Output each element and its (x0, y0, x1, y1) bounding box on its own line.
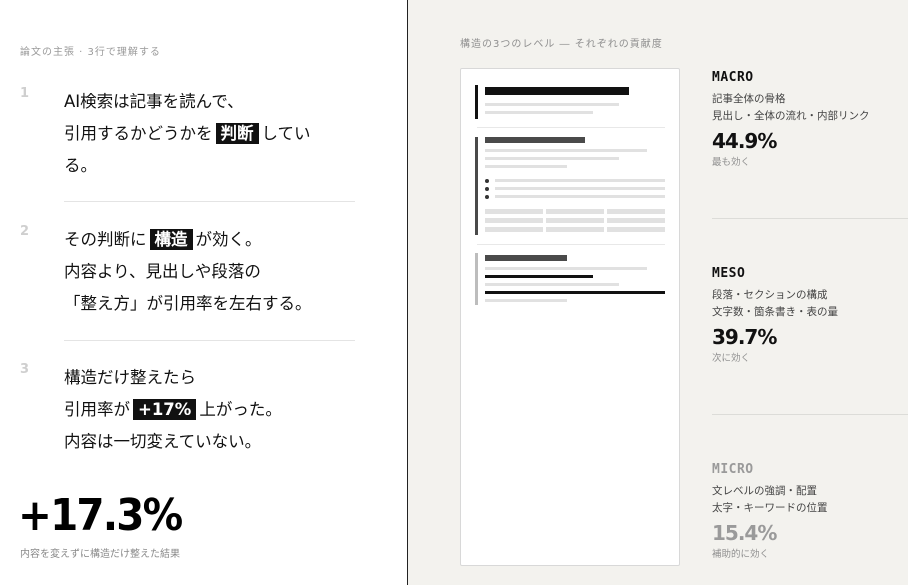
text-segment: その判断に (64, 230, 147, 249)
wire-table-cell (485, 209, 543, 214)
meso-marker (475, 137, 478, 235)
level-percent: 44.9% (712, 129, 777, 153)
wire-line (485, 111, 593, 114)
wire-bold-line (485, 275, 593, 278)
wire-bullet (485, 187, 489, 191)
wire-line (495, 187, 665, 190)
headline-stat: +17.3% (18, 490, 183, 541)
wire-heading (485, 137, 585, 143)
wire-line (495, 195, 665, 198)
claims-header: 論文の主張 · 3行で理解する (20, 47, 161, 58)
claim-line: る。 (64, 150, 364, 182)
claims-panel: 論文の主張 · 3行で理解する 1 AI検索は記事を読んで、 引用するかどうかを… (0, 0, 407, 585)
document-wireframe (460, 68, 680, 566)
wire-table-cell (607, 209, 665, 214)
claim-divider (64, 201, 355, 202)
level-divider (712, 218, 908, 219)
macro-marker (475, 85, 478, 119)
text-segment: 上がった。 (199, 400, 282, 419)
level-desc: 文レベルの強調・配置 (712, 485, 817, 497)
text-segment: してい (261, 124, 311, 143)
claim-line: 構造だけ整えたら (64, 362, 364, 394)
level-desc: 段落・セクションの構成 (712, 289, 828, 301)
level-micro: MICRO 文レベルの強調・配置 太字・キーワードの位置 15.4% 補助的に効… (712, 462, 908, 560)
wire-bullet (485, 179, 489, 183)
claim-line: 引用率が +17% 上がった。 (64, 394, 364, 426)
level-name: MESO (712, 266, 746, 281)
text-segment: 構造だけ整えたら (64, 368, 196, 387)
level-macro: MACRO 記事全体の骨格 見出し・全体の流れ・内部リンク 44.9% 最も効く (712, 70, 908, 168)
text-segment: 内容は一切変えていない。 (64, 432, 262, 451)
claim-divider (64, 340, 355, 341)
level-meso: MESO 段落・セクションの構成 文字数・箇条書き・表の量 39.7% 次に効く (712, 266, 908, 364)
claim-line: 内容より、見出しや段落の (64, 256, 364, 288)
text-segment: 「整え方」が引用率を左右する。 (64, 294, 312, 313)
highlight-structure: 構造 (149, 229, 193, 250)
level-divider (712, 414, 908, 415)
highlight-increase: +17% (133, 399, 197, 420)
level-desc: 太字・キーワードの位置 (712, 502, 828, 514)
level-desc: 記事全体の骨格 (712, 93, 786, 105)
highlight-judgment: 判断 (215, 123, 259, 144)
wire-line (485, 149, 647, 152)
level-desc: 見出し・全体の流れ・内部リンク (712, 110, 870, 122)
level-note: 次に効く (712, 353, 751, 364)
level-note: 補助的に効く (712, 549, 770, 560)
claim-number: 2 (20, 224, 30, 239)
wire-table-cell (546, 209, 604, 214)
text-segment: 内容より、見出しや段落の (64, 262, 261, 281)
text-segment: 引用するかどうかを (64, 124, 213, 143)
level-percent: 39.7% (712, 325, 777, 349)
wire-table-cell (607, 227, 665, 232)
wire-bold-line (485, 291, 665, 294)
claim-text: その判断に 構造 が効く。 内容より、見出しや段落の 「整え方」が引用率を左右する。 (64, 224, 364, 320)
claim-number: 3 (20, 362, 30, 377)
wire-line (485, 283, 619, 286)
claim-text: AI検索は記事を読んで、 引用するかどうかを 判断 してい る。 (64, 86, 364, 182)
wire-heading (485, 255, 567, 261)
wire-title (485, 87, 629, 95)
level-percent: 15.4% (712, 521, 777, 545)
wire-table-cell (546, 227, 604, 232)
wire-line (485, 165, 567, 168)
text-segment: が効く。 (195, 230, 262, 249)
claim-number: 1 (20, 86, 30, 101)
text-segment: AI検索は記事を読んで、 (64, 92, 244, 111)
claim-text: 構造だけ整えたら 引用率が +17% 上がった。 内容は一切変えていない。 (64, 362, 364, 458)
wire-table-cell (607, 218, 665, 223)
wire-line (485, 299, 567, 302)
level-name: MICRO (712, 462, 754, 477)
wire-bullet (485, 195, 489, 199)
wire-line (485, 157, 619, 160)
wire-line (485, 267, 647, 270)
wire-table-cell (485, 227, 543, 232)
levels-panel: 構造の3つのレベル ― それぞれの貢献度 MACRO 記事全体の骨格 見出し・全… (408, 0, 908, 585)
claim-line: その判断に 構造 が効く。 (64, 224, 364, 256)
wire-line (485, 103, 619, 106)
claim-line: 「整え方」が引用率を左右する。 (64, 288, 364, 320)
claim-line: 内容は一切変えていない。 (64, 426, 364, 458)
level-desc: 文字数・箇条書き・表の量 (712, 306, 838, 318)
headline-caption: 内容を変えずに構造だけ整えた結果 (20, 549, 180, 560)
wire-rule (477, 244, 665, 245)
level-name: MACRO (712, 70, 754, 85)
claim-line: 引用するかどうかを 判断 してい (64, 118, 364, 150)
levels-header: 構造の3つのレベル ― それぞれの貢献度 (460, 39, 663, 50)
wire-rule (477, 127, 665, 128)
text-segment: る。 (64, 156, 97, 175)
text-segment: 引用率が (64, 400, 130, 419)
level-note: 最も効く (712, 157, 751, 168)
wire-table-cell (546, 218, 604, 223)
claim-line: AI検索は記事を読んで、 (64, 86, 364, 118)
wire-table-cell (485, 218, 543, 223)
wire-line (495, 179, 665, 182)
micro-marker (475, 253, 478, 305)
